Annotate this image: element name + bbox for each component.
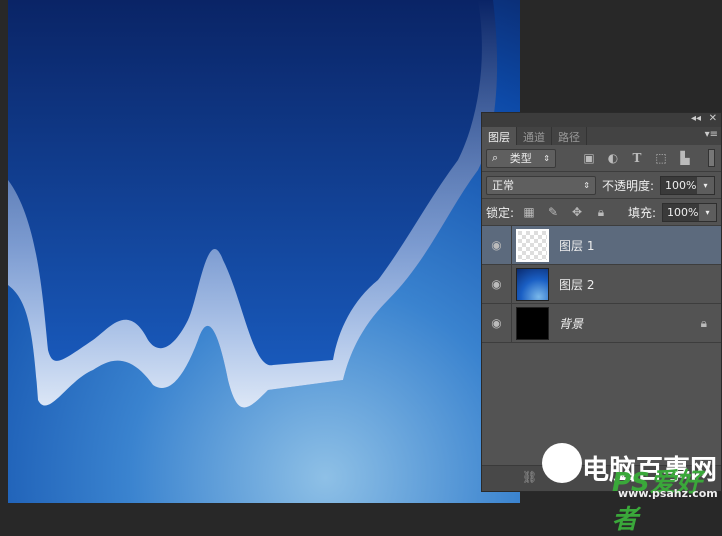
filter-type-select[interactable]: ⌕ 类型 ⇕ <box>486 148 556 168</box>
link-layers-icon[interactable]: ⛓ <box>522 470 537 484</box>
panel-menu-icon[interactable]: ▾≡ <box>705 129 718 140</box>
tab-paths[interactable]: 路径 <box>552 127 587 145</box>
eye-icon[interactable]: ◉ <box>482 226 512 264</box>
layer-row[interactable]: ◉ 图层 1 <box>482 226 721 265</box>
lock-transparent-icon[interactable]: ▦ <box>520 205 538 219</box>
opacity-input[interactable]: 100% ▾ <box>660 175 716 195</box>
chevron-down-icon[interactable]: ▾ <box>697 176 715 194</box>
lock-label: 锁定: <box>486 205 515 220</box>
collapse-icon[interactable]: ◂◂ <box>691 113 701 124</box>
filter-toggle[interactable] <box>708 149 715 167</box>
close-icon[interactable]: ✕ <box>709 113 717 124</box>
layers-panel: ◂◂ ✕ 图层 通道 路径 ▾≡ ⌕ 类型 ⇕ ▣ ◐ T ⬚ ▙ 正常 ⇕ 不透明度… <box>481 112 722 492</box>
lock-all-icon[interactable]: 🔒︎ <box>592 205 610 220</box>
document-canvas[interactable] <box>8 0 520 503</box>
image-filter-icon[interactable]: ▣ <box>580 151 598 165</box>
eye-icon[interactable]: ◉ <box>482 265 512 303</box>
lock-paint-brush-icon[interactable]: ✎ <box>544 205 562 219</box>
watermark-logo <box>542 443 582 483</box>
layer-name: 图层 1 <box>559 238 595 253</box>
blend-mode-select[interactable]: 正常 ⇕ <box>486 175 596 195</box>
fill-label: 填充: <box>627 205 657 220</box>
shape-filter-icon[interactable]: ⬚ <box>652 151 670 165</box>
layer-name: 图层 2 <box>559 277 595 292</box>
adjustment-filter-icon[interactable]: ◐ <box>604 151 622 165</box>
layer-row[interactable]: ◉ 背景 🔒︎ <box>482 304 721 343</box>
eye-icon[interactable]: ◉ <box>482 304 512 342</box>
updown-icon: ⇕ <box>583 180 590 190</box>
layer-thumbnail <box>516 306 549 340</box>
search-icon: ⌕ <box>492 151 499 164</box>
fill-input[interactable]: 100% ▾ <box>662 202 717 222</box>
smart-object-filter-icon[interactable]: ▙ <box>676 151 694 165</box>
lock-icon: 🔒︎ <box>700 315 707 330</box>
tab-channels[interactable]: 通道 <box>517 127 552 145</box>
panel-titlebar: ◂◂ ✕ <box>482 113 721 127</box>
layer-name: 背景 <box>559 316 584 331</box>
panel-tabs: 图层 通道 路径 ▾≡ <box>482 127 721 145</box>
layer-row[interactable]: ◉ 图层 2 <box>482 265 721 304</box>
tab-layers[interactable]: 图层 <box>482 127 517 145</box>
type-filter-icon[interactable]: T <box>628 151 646 165</box>
watermark-url: www.psahz.com <box>618 487 718 500</box>
layer-thumbnail <box>516 267 549 301</box>
lock-position-move-icon[interactable]: ✥ <box>568 205 586 219</box>
updown-icon: ⇕ <box>543 153 550 163</box>
opacity-label: 不透明度: <box>602 178 655 193</box>
chevron-down-icon[interactable]: ▾ <box>699 203 716 221</box>
layer-thumbnail <box>516 228 549 262</box>
